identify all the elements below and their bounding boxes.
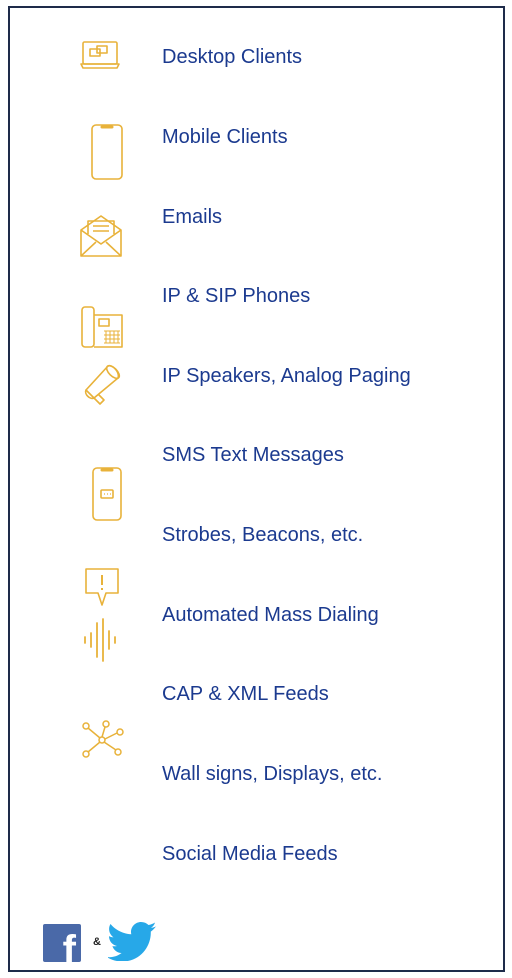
social-logos: f &: [43, 921, 163, 963]
channel-label-social-media-feeds: Social Media Feeds: [162, 843, 338, 865]
channel-label-desktop-clients: Desktop Clients: [162, 46, 303, 68]
envelope-icon: [78, 212, 124, 260]
desk-phone-icon: [80, 305, 126, 349]
channel-label-wall-signs: Wall signs, Displays, etc.: [162, 763, 383, 785]
channel-label-cap-xml-feeds: CAP & XML Feeds: [162, 683, 329, 705]
facebook-letter: f: [62, 928, 76, 962]
channel-label-mobile-clients: Mobile Clients: [162, 126, 288, 148]
channel-label-sms-text-messages: SMS Text Messages: [162, 444, 344, 466]
channel-label-ip-speakers: IP Speakers, Analog Paging: [162, 365, 411, 387]
megaphone-icon: [82, 360, 128, 408]
sound-wave-icon: [80, 617, 120, 663]
sms-phone-icon: [91, 466, 123, 522]
channel-label-mass-dialing: Automated Mass Dialing: [162, 604, 379, 626]
channels-panel: [8, 6, 505, 972]
channel-label-strobes-beacons: Strobes, Beacons, etc.: [162, 524, 364, 546]
twitter-icon: [107, 921, 158, 966]
mobile-phone-icon: [90, 123, 124, 181]
desktop-icon: [80, 40, 120, 72]
network-nodes-icon: [80, 720, 124, 760]
channel-label-ip-sip-phones: IP & SIP Phones: [162, 285, 311, 307]
facebook-icon: f: [43, 924, 81, 962]
alert-sign-icon: [84, 567, 120, 609]
channel-label-emails: Emails: [162, 206, 223, 228]
ampersand: &: [93, 936, 101, 948]
